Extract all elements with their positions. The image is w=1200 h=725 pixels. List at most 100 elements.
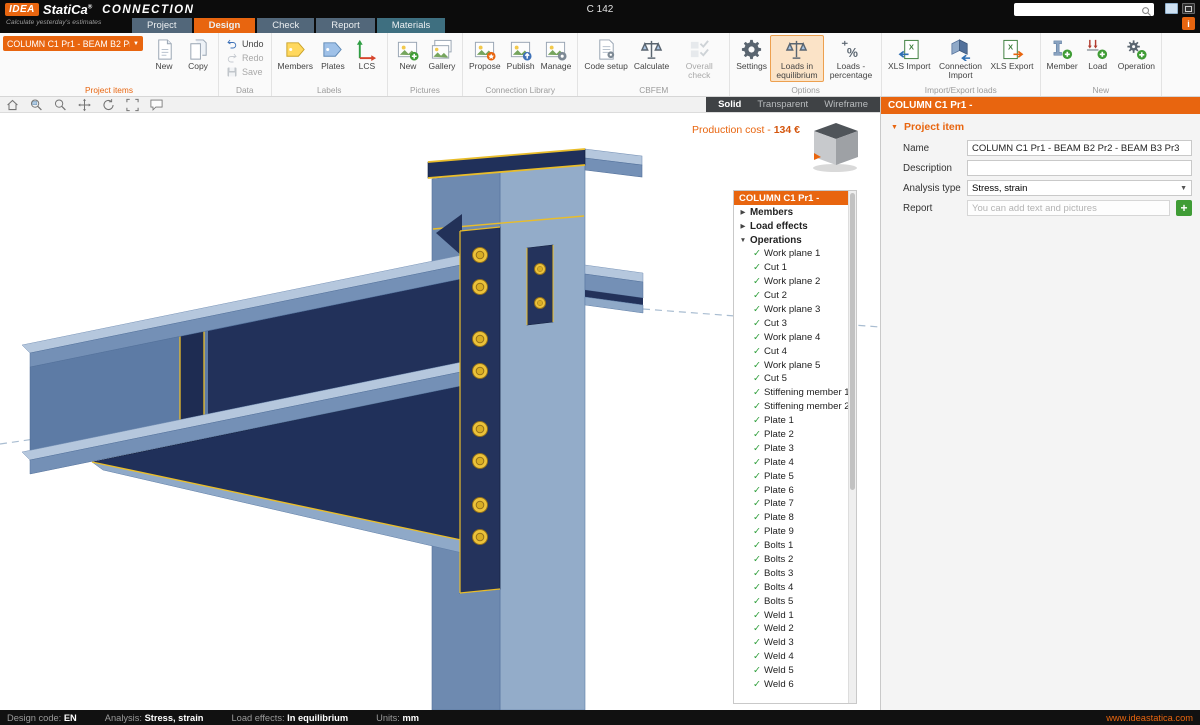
tree-item-bolts-5[interactable]: ✓Bolts 5 [734, 594, 848, 608]
tree-item-plate-3[interactable]: ✓Plate 3 [734, 441, 848, 455]
tree-item-weld-1[interactable]: ✓Weld 1 [734, 608, 848, 622]
tree-item-weld-4[interactable]: ✓Weld 4 [734, 650, 848, 664]
ribbon-button-xls-import[interactable]: XXLS Import [885, 35, 934, 72]
analysis-type-select[interactable]: Stress, strain ▼ [967, 180, 1192, 196]
ribbon-button-xls-export[interactable]: XXLS Export [988, 35, 1037, 72]
tree-item-stiffening-member-1[interactable]: ✓Stiffening member 1 [734, 386, 848, 400]
description-field[interactable] [967, 160, 1192, 176]
tree-item-plate-9[interactable]: ✓Plate 9 [734, 525, 848, 539]
search-input[interactable] [1014, 3, 1141, 16]
zoom-window-button[interactable] [29, 98, 44, 112]
add-report-button[interactable]: + [1176, 200, 1192, 216]
rotate-button[interactable] [101, 98, 116, 112]
tree-item-bolts-1[interactable]: ✓Bolts 1 [734, 539, 848, 553]
expand-arrow-icon[interactable]: ▼ [739, 237, 747, 244]
ribbon-button-save[interactable]: Save [222, 65, 267, 78]
ribbon-button-propose[interactable]: Propose [466, 35, 504, 72]
ribbon-button-new[interactable]: New [391, 35, 425, 72]
tree-item-weld-6[interactable]: ✓Weld 6 [734, 678, 848, 692]
ribbon-button-copy[interactable]: Copy [181, 35, 215, 72]
view-mode-solid[interactable]: Solid [718, 99, 741, 110]
ribbon-button-plates[interactable]: Plates [316, 35, 350, 72]
tree-item-work-plane-1[interactable]: ✓Work plane 1 [734, 247, 848, 261]
tree-item-work-plane-5[interactable]: ✓Work plane 5 [734, 358, 848, 372]
expand-arrow-icon[interactable]: ▶ [739, 222, 747, 230]
tab-check[interactable]: Check [257, 18, 314, 33]
tree-item-cut-5[interactable]: ✓Cut 5 [734, 372, 848, 386]
ribbon-button-calculate[interactable]: Calculate [631, 35, 672, 72]
tab-project[interactable]: Project [132, 18, 192, 33]
tree-item-cut-2[interactable]: ✓Cut 2 [734, 289, 848, 303]
ribbon-button-gallery[interactable]: Gallery [425, 35, 459, 72]
tree-item-cut-4[interactable]: ✓Cut 4 [734, 344, 848, 358]
ribbon-button-operation[interactable]: Operation [1115, 35, 1158, 72]
ribbon-group-label: Options [730, 85, 881, 95]
tree-item-weld-3[interactable]: ✓Weld 3 [734, 636, 848, 650]
ribbon-button-loads-percentage[interactable]: %Loads - percentage [824, 35, 878, 82]
tree-branch-load-effects[interactable]: ▶Load effects [734, 219, 848, 233]
tree-item-plate-6[interactable]: ✓Plate 6 [734, 483, 848, 497]
section-project-item[interactable]: ▼ Project item [881, 114, 1200, 138]
name-field[interactable] [967, 140, 1192, 156]
tree-item-cut-1[interactable]: ✓Cut 1 [734, 261, 848, 275]
ribbon-button-undo[interactable]: Undo [222, 37, 268, 50]
ribbon-button-settings[interactable]: Settings [733, 35, 770, 72]
website-link[interactable]: www.ideastatica.com [1106, 713, 1193, 723]
ribbon-button-load[interactable]: Load [1081, 35, 1115, 72]
tree-item-plate-1[interactable]: ✓Plate 1 [734, 414, 848, 428]
search-box[interactable] [1014, 3, 1154, 16]
tree-item-work-plane-3[interactable]: ✓Work plane 3 [734, 303, 848, 317]
info-button[interactable]: i [1182, 17, 1195, 30]
tab-report[interactable]: Report [316, 18, 375, 33]
tree-item-stiffening-member-2[interactable]: ✓Stiffening member 2 [734, 400, 848, 414]
view-mode-wireframe[interactable]: Wireframe [824, 99, 868, 110]
home-button[interactable] [5, 98, 20, 112]
scrollbar-thumb[interactable] [850, 193, 855, 490]
tree-item-bolts-4[interactable]: ✓Bolts 4 [734, 580, 848, 594]
tab-materials[interactable]: Materials [377, 18, 446, 33]
project-item-selector[interactable]: COLUMN C1 Pr1 - BEAM B2 Pr2 - BEAM B3 Pr… [3, 36, 143, 51]
ribbon-button-new[interactable]: New [147, 35, 181, 72]
ribbon-button-code-setup[interactable]: Code setup [581, 35, 630, 72]
tree-item-weld-2[interactable]: ✓Weld 2 [734, 622, 848, 636]
expand-arrow-icon[interactable]: ▶ [739, 208, 747, 216]
ribbon-button-redo[interactable]: Redo [222, 51, 268, 64]
tree-item-plate-8[interactable]: ✓Plate 8 [734, 511, 848, 525]
tree-item-work-plane-4[interactable]: ✓Work plane 4 [734, 330, 848, 344]
tree-branch-members[interactable]: ▶Members [734, 205, 848, 219]
fit-view-button[interactable] [125, 98, 140, 112]
ribbon-button-lcs[interactable]: LCS [350, 35, 384, 72]
load-icon [1086, 38, 1109, 61]
ribbon-button-connection-import[interactable]: Connection Import [934, 35, 988, 82]
navigation-cube[interactable] [804, 116, 868, 179]
beam[interactable] [22, 214, 480, 557]
tree-item-plate-2[interactable]: ✓Plate 2 [734, 428, 848, 442]
viewport-3d[interactable]: Production cost - 134 € COLUMN C1 Pr1 - … [0, 113, 880, 710]
view-mode-transparent[interactable]: Transparent [757, 99, 808, 110]
tree-item-plate-4[interactable]: ✓Plate 4 [734, 455, 848, 469]
tab-design[interactable]: Design [194, 18, 256, 33]
tree-header[interactable]: COLUMN C1 Pr1 - [734, 191, 856, 205]
ribbon-button-members[interactable]: Members [275, 35, 316, 72]
ribbon-button-manage[interactable]: Manage [538, 35, 575, 72]
tree-scrollbar[interactable] [848, 191, 856, 703]
tree-branch-operations[interactable]: ▼Operations [734, 233, 848, 247]
comment-button[interactable] [149, 98, 164, 112]
report-field[interactable]: You can add text and pictures [967, 200, 1170, 216]
tree-item-plate-7[interactable]: ✓Plate 7 [734, 497, 848, 511]
window-icon[interactable] [1182, 3, 1195, 14]
screen-icon[interactable] [1165, 3, 1178, 14]
pan-button[interactable] [77, 98, 92, 112]
tree-item-cut-3[interactable]: ✓Cut 3 [734, 316, 848, 330]
tree-item-bolts-2[interactable]: ✓Bolts 2 [734, 553, 848, 567]
ribbon-button-publish[interactable]: Publish [504, 35, 538, 72]
ribbon-button-loads-in-equilibrium[interactable]: Loads in equilibrium [770, 35, 824, 82]
tree-item-bolts-3[interactable]: ✓Bolts 3 [734, 566, 848, 580]
tree-item-work-plane-2[interactable]: ✓Work plane 2 [734, 275, 848, 289]
zoom-button[interactable] [53, 98, 68, 112]
ribbon-group-data: UndoRedoSaveData [219, 33, 272, 96]
tree-item-weld-5[interactable]: ✓Weld 5 [734, 664, 848, 678]
tree-item-plate-5[interactable]: ✓Plate 5 [734, 469, 848, 483]
ribbon-button-member[interactable]: Member [1044, 35, 1081, 72]
ribbon-button-overall-check[interactable]: Overall check [672, 35, 726, 82]
